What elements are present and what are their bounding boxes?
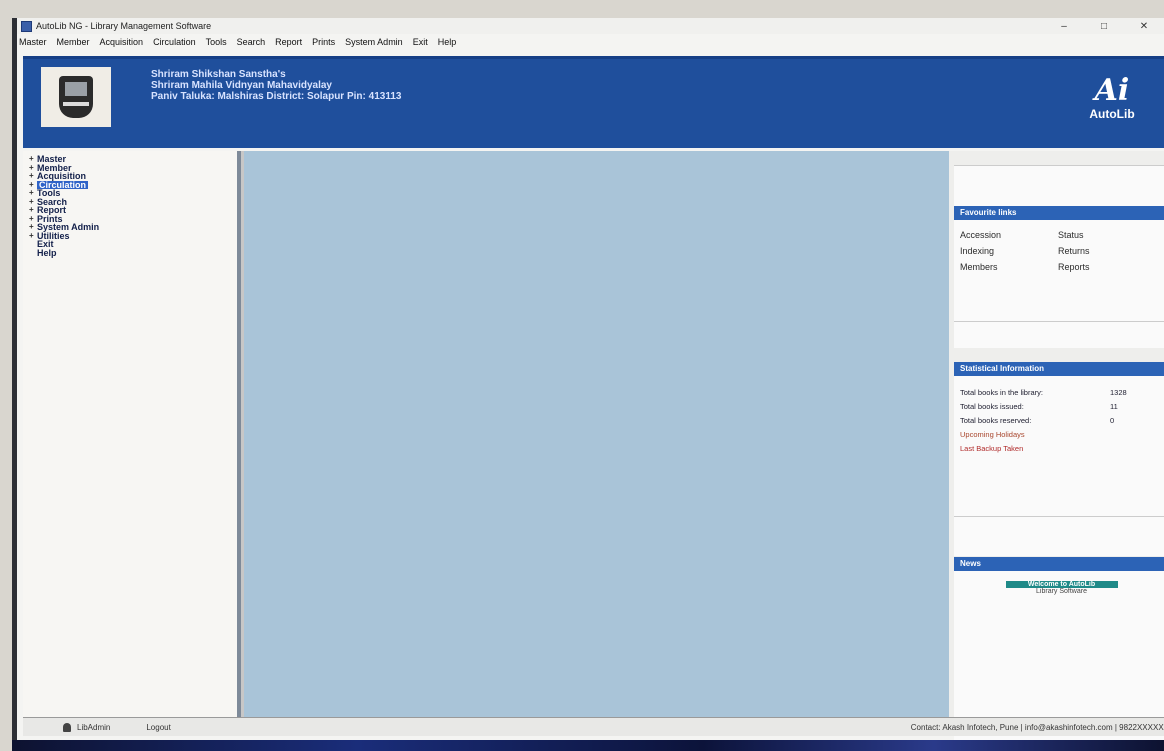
menu-member[interactable]: Member <box>57 37 90 47</box>
status-bar: LibAdmin Logout Contact: Akash Infotech,… <box>23 717 1164 736</box>
menu-help[interactable]: Help <box>438 37 457 47</box>
sidebar-item-help[interactable]: Help <box>29 248 237 258</box>
current-user: LibAdmin <box>77 722 111 732</box>
link-members[interactable]: Members <box>960 262 1058 272</box>
window-title: AutoLib NG - Library Management Software <box>36 21 212 31</box>
menu-search[interactable]: Search <box>237 37 266 47</box>
link-returns[interactable]: Returns <box>1058 246 1148 256</box>
sidebar-item-circulation[interactable]: + Circulation <box>29 180 237 189</box>
menu-acquisition[interactable]: Acquisition <box>100 37 144 47</box>
institution-logo <box>41 67 111 127</box>
institution-line-1: Shriram Shikshan Sanstha's <box>151 69 286 80</box>
panel-title: Favourite links <box>954 206 1164 220</box>
link-indexing[interactable]: Indexing <box>960 246 1058 256</box>
autolib-brand: Ai AutoLib <box>1077 73 1147 122</box>
sidebar-tree: + Master + Member + Acquisition + Circulatio… <box>23 151 241 717</box>
stat-total-books: Total books in the library: 1328 <box>960 388 1127 397</box>
link-accession[interactable]: Accession <box>960 230 1058 240</box>
institution-line-3: Paniv Taluka: Malshiras District: Solapu… <box>151 91 402 102</box>
menu-tools[interactable]: Tools <box>206 37 227 47</box>
news-item[interactable]: Welcome to AutoLib Library Software <box>1005 581 1118 595</box>
news-headline: Welcome to AutoLib <box>1005 581 1118 588</box>
institution-info: Shriram Shikshan Sanstha's Shriram Mahil… <box>151 69 401 102</box>
news-subtext: Library Software <box>1036 588 1087 595</box>
link-status[interactable]: Status <box>1058 230 1148 240</box>
title-bar: AutoLib NG - Library Management Software… <box>17 18 1164 34</box>
main-workspace <box>241 151 949 717</box>
maximize-button[interactable]: □ <box>1084 21 1124 32</box>
menu-system-admin[interactable]: System Admin <box>345 37 403 47</box>
institution-line-2: Shriram Mahila Vidnyan Mahavidyalay <box>151 80 332 91</box>
panel-title: News <box>954 557 1164 571</box>
panel-title: Statistical Information <box>954 362 1164 376</box>
os-taskbar <box>12 740 1164 751</box>
right-panel: Favourite links Accession Status Indexin… <box>949 151 1164 740</box>
menu-master[interactable]: Master <box>19 37 47 47</box>
close-button[interactable]: ✕ <box>1124 21 1164 32</box>
minimize-button[interactable]: – <box>1044 21 1084 32</box>
crest-icon <box>59 76 93 118</box>
autolib-logo-icon: Ai <box>1094 73 1130 108</box>
menu-prints[interactable]: Prints <box>312 37 335 47</box>
app-window: AutoLib NG - Library Management Software… <box>12 18 1164 740</box>
expand-icon[interactable]: + <box>29 231 37 241</box>
menu-report[interactable]: Report <box>275 37 302 47</box>
upcoming-holidays-link[interactable]: Upcoming Holidays <box>960 428 1163 442</box>
menu-bar: Master Member Acquisition Circulation To… <box>17 34 1164 50</box>
menu-circulation[interactable]: Circulation <box>153 37 196 47</box>
app-icon <box>21 20 32 32</box>
news-panel: News Welcome to AutoLib Library Software <box>954 516 1164 740</box>
brand-name: AutoLib <box>1089 107 1135 121</box>
sidebar-item-utilities[interactable]: + Utilities <box>29 231 237 241</box>
stat-books-reserved: Total books reserved: 0 <box>960 416 1115 425</box>
stat-books-issued: Total books issued: 11 <box>960 402 1118 411</box>
menu-exit[interactable]: Exit <box>413 37 428 47</box>
logout-link[interactable]: Logout <box>146 723 170 732</box>
statistical-info-panel: Statistical Information Total books in t… <box>954 321 1164 556</box>
sidebar-item-exit[interactable]: Exit <box>29 240 237 249</box>
user-icon <box>63 722 71 732</box>
header-banner: Shriram Shikshan Sanstha's Shriram Mahil… <box>23 56 1164 148</box>
contact-info: Contact: Akash Infotech, Pune | info@aka… <box>910 722 1164 732</box>
link-reports[interactable]: Reports <box>1058 262 1148 272</box>
last-backup-link[interactable]: Last Backup Taken <box>960 442 1163 456</box>
